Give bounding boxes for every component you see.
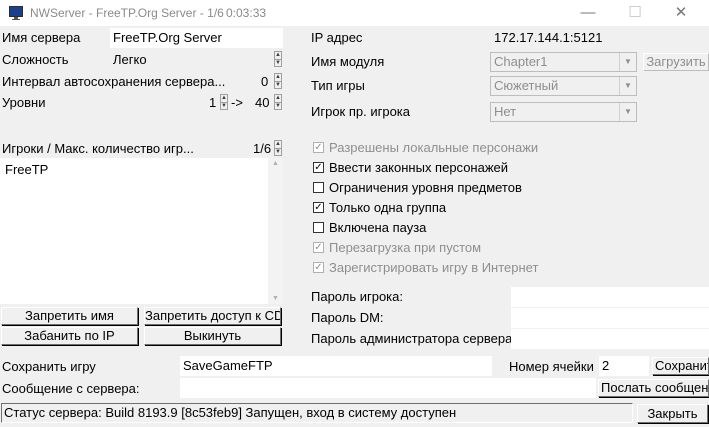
option-one-party[interactable]: ✓ Только одна группа [313,200,573,216]
admin-password-input[interactable] [511,329,709,349]
option-label: Ограничения уровня предметов [329,180,522,195]
levels-min-stepper[interactable]: ▲ ▼ [220,94,228,110]
chevron-down-icon[interactable]: ▼ [221,103,227,110]
chevron-up-icon[interactable]: ▲ [275,95,281,103]
players-label: Игроки / Макс. количество игр... [2,141,194,156]
list-scrollbar[interactable]: ▲ ▼ [268,158,283,304]
levels-max-stepper[interactable]: ▲ ▼ [274,94,282,110]
game-type-value: Сюжетный [494,78,559,93]
chevron-up-icon[interactable]: ▲ [275,141,281,149]
checkbox[interactable]: ✓ [313,202,324,213]
window-title: NWServer - FreeTP.Org Server - 1/6 [30,6,224,20]
player-password-input[interactable] [511,287,709,307]
option-local-characters[interactable]: ✓ Разрешены локальные персонажи [313,140,573,156]
players-list[interactable]: FreeTP ▲ ▼ [0,158,283,304]
option-label: Ввести законных персонажей [329,160,509,175]
ban-name-button[interactable]: Запретить имя [1,307,138,325]
option-label: Только одна группа [329,200,447,215]
load-button[interactable]: Загрузить [643,53,709,71]
option-label: Перезагрузка при пустом [329,240,482,255]
close-button[interactable]: Закрыть [637,404,708,423]
save-game-label: Сохранить игру [2,359,96,374]
players-stepper[interactable]: ▲ ▼ [274,140,282,156]
ip-value: 172.17.144.1:5121 [494,30,603,45]
difficulty-stepper[interactable]: ▲ ▼ [274,51,282,67]
checkbox[interactable]: ✓ [313,142,324,153]
uptime-timer: 0:03:33 [226,6,267,20]
title-bar: NWServer - FreeTP.Org Server - 1/6 0:03:… [0,0,709,26]
option-register-internet[interactable]: ✓ Зарегистрировать игру в Интернет [313,260,573,276]
ban-cd-button[interactable]: Запретить доступ к CD [144,307,281,325]
minimize-button[interactable]: — [565,0,611,26]
save-game-input[interactable]: SaveGameFTP [180,356,492,376]
chevron-down-icon: ▼ [619,53,636,71]
send-message-button[interactable]: Послать сообщение [598,379,709,397]
dm-password-input[interactable] [511,308,709,328]
server-name-label: Имя сервера [2,30,81,45]
difficulty-value: Легко [113,52,147,67]
kick-button[interactable]: Выкинуть [144,327,281,345]
pvp-label: Игрок пр. игрока [311,104,411,119]
app-icon [8,5,24,20]
game-type-label: Тип игры [311,78,365,93]
levels-min-value: 1 [209,95,217,110]
chevron-up-icon[interactable]: ▲ [221,95,227,103]
checkbox[interactable]: ✓ [313,262,324,273]
slot-label: Номер ячейки [509,359,594,374]
player-password-label: Пароль игрока: [311,289,403,304]
slot-input[interactable]: 2 [599,356,649,376]
ban-ip-button[interactable]: Забанить по IP [1,327,138,345]
autosave-label: Интервал автосохранения сервера... [2,74,226,89]
difficulty-label: Сложность [2,52,69,67]
game-type-select: Сюжетный ▼ [490,76,637,96]
levels-arrow: -> [231,95,243,110]
checkbox[interactable]: ✓ [313,242,324,253]
chevron-down-icon[interactable]: ▼ [275,60,281,67]
autosave-stepper[interactable]: ▲ ▼ [274,73,282,89]
module-select-value: Chapter1 [494,54,548,69]
option-label: Разрешены локальные персонажи [329,140,539,155]
status-bar: Статус сервера: Build 8193.9 [8c53feb9] … [1,403,633,423]
option-label: Включена пауза [329,220,427,235]
chevron-up-icon[interactable]: ▲ [275,52,281,60]
admin-password-label: Пароль администратора сервера [311,331,513,346]
pvp-select-value: Нет [494,104,517,119]
players-count: 1/6 [253,141,272,156]
option-pause-enabled[interactable]: Включена пауза [313,220,573,236]
checkbox[interactable] [313,222,324,233]
ip-label: IP адрес [311,30,363,45]
close-window-button[interactable]: ✕ [658,0,704,26]
levels-max-value: 40 [255,95,270,110]
checkbox[interactable] [313,182,324,193]
chevron-down-icon[interactable]: ▼ [275,149,281,156]
server-message-input[interactable] [180,378,596,398]
chevron-down-icon[interactable]: ▼ [275,82,281,89]
option-reload-when-empty[interactable]: ✓ Перезагрузка при пустом [313,240,573,256]
server-message-label: Сообщение с сервера: [2,381,140,396]
chevron-down-icon[interactable]: ▼ [275,103,281,110]
levels-label: Уровни [2,95,46,110]
option-legal-characters[interactable]: ✓ Ввести законных персонажей [313,160,573,176]
chevron-down-icon: ▼ [619,103,636,121]
scroll-up-icon[interactable]: ▲ [268,160,283,167]
maximize-button[interactable]: ☐ [612,0,658,26]
module-select: Chapter1 ▼ [490,52,637,72]
autosave-value: 0 [261,74,269,89]
module-label: Имя модуля [311,54,385,69]
dm-password-label: Пароль DM: [311,310,384,325]
list-item[interactable]: FreeTP [5,162,48,178]
chevron-up-icon[interactable]: ▲ [275,74,281,82]
server-name-input[interactable]: FreeTP.Org Server [110,28,283,48]
checkbox[interactable]: ✓ [313,162,324,173]
option-item-level-restrictions[interactable]: Ограничения уровня предметов [313,180,573,196]
status-text: Статус сервера: Build 8193.9 [8c53feb9] … [4,405,457,420]
option-label: Зарегистрировать игру в Интернет [329,260,539,275]
save-button[interactable]: Сохранить [652,357,709,375]
chevron-down-icon: ▼ [619,77,636,95]
pvp-select: Нет ▼ [490,102,637,122]
scroll-down-icon[interactable]: ▼ [268,295,283,302]
